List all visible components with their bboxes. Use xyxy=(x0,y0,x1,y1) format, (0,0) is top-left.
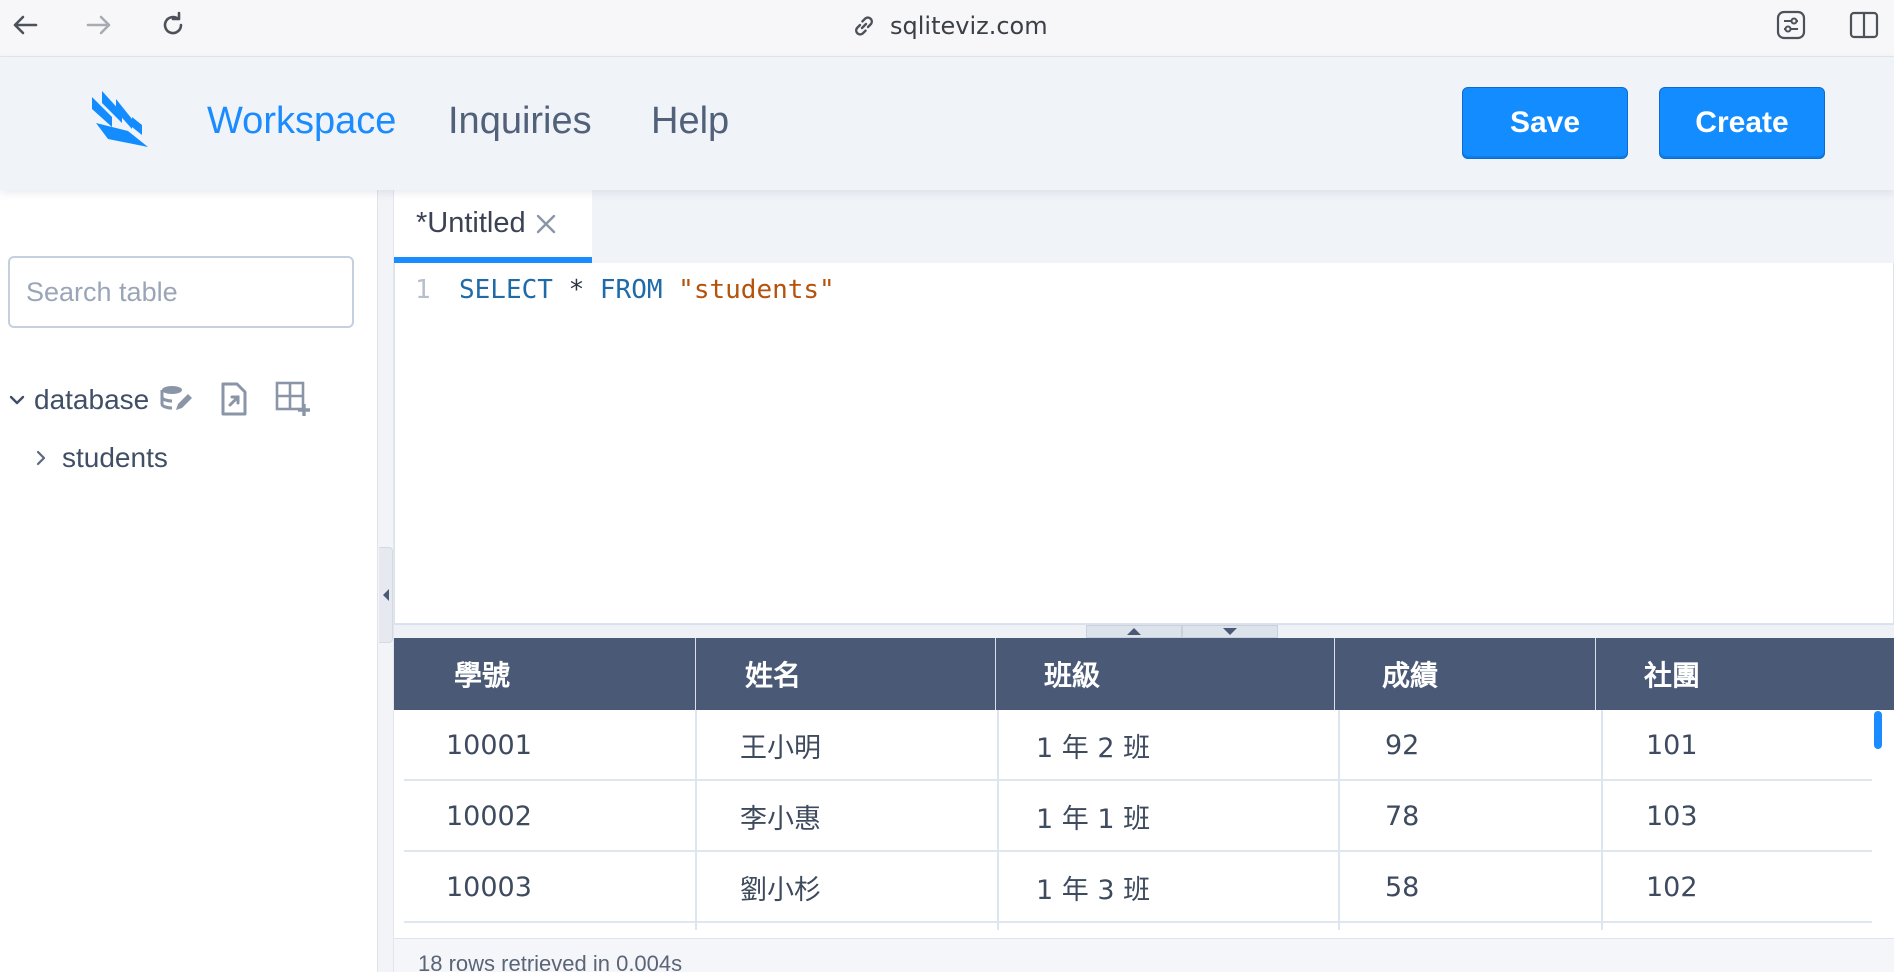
add-table-icon[interactable] xyxy=(274,380,312,418)
url-bar[interactable]: sqliteviz.com xyxy=(850,10,1048,42)
link-icon xyxy=(855,16,873,36)
table-cell: 劉小杉 xyxy=(740,874,821,906)
caret-down-icon xyxy=(1223,628,1237,635)
results-panel: 學號 姓名 班級 成績 社團 10001 王小明 1 年 2 班 92 101 … xyxy=(394,638,1894,972)
url-text: sqliteviz.com xyxy=(890,12,1048,40)
browser-toolbar: sqliteviz.com xyxy=(0,0,1894,57)
collapse-sidebar-handle[interactable] xyxy=(379,547,393,643)
tab-untitled[interactable]: *Untitled xyxy=(394,190,592,263)
table-cell: 78 xyxy=(1385,800,1420,832)
table-cell: 10003 xyxy=(446,871,532,903)
keyword-from: FROM xyxy=(599,275,663,305)
editor-results-splitter[interactable] xyxy=(394,624,1894,638)
sliders-icon[interactable] xyxy=(1774,8,1808,42)
code-line[interactable]: 1 SELECT * FROM "students" xyxy=(415,275,835,305)
results-status: 18 rows retrieved in 0.004s xyxy=(394,938,1894,972)
results-header: 學號 姓名 班級 成績 社團 xyxy=(394,638,1894,710)
table-cell: 101 xyxy=(1646,729,1698,761)
nav-workspace[interactable]: Workspace xyxy=(207,100,396,143)
chevron-down-icon[interactable] xyxy=(8,391,26,409)
sql-editor[interactable]: 1 SELECT * FROM "students" xyxy=(394,263,1894,624)
create-button[interactable]: Create xyxy=(1659,87,1825,159)
save-button[interactable]: Save xyxy=(1462,87,1628,159)
nav-inquiries[interactable]: Inquiries xyxy=(448,100,592,143)
column-divider xyxy=(695,710,697,930)
table-cell: 1 年 1 班 xyxy=(1036,803,1151,835)
column-divider[interactable] xyxy=(1595,638,1596,710)
database-label: database xyxy=(34,384,150,415)
back-arrow-icon[interactable] xyxy=(8,8,42,42)
column-divider[interactable] xyxy=(995,638,996,710)
table-cell: 1 年 2 班 xyxy=(1036,732,1151,764)
database-edit-icon[interactable] xyxy=(156,380,194,418)
table-cell: 10002 xyxy=(446,800,532,832)
column-divider[interactable] xyxy=(1334,638,1335,710)
table-row[interactable]: 10002 李小惠 1 年 1 班 78 103 xyxy=(404,781,1872,852)
table-row[interactable]: 10003 劉小杉 1 年 3 班 58 102 xyxy=(404,852,1872,923)
line-number: 1 xyxy=(415,275,431,305)
sqliteviz-logo-icon[interactable] xyxy=(88,87,152,151)
table-cell: 102 xyxy=(1646,871,1698,903)
expand-up-button[interactable] xyxy=(1086,625,1182,638)
tab-title: *Untitled xyxy=(416,207,526,239)
column-header[interactable]: 學號 xyxy=(454,638,510,710)
column-divider[interactable] xyxy=(695,638,696,710)
table-cell: 92 xyxy=(1385,729,1420,761)
table-cell: 10001 xyxy=(446,729,532,761)
operator-star: * xyxy=(568,275,585,305)
app-header: Workspace Inquiries Help Save Create xyxy=(0,57,1894,190)
table-cell: 李小惠 xyxy=(740,803,821,835)
nav-help[interactable]: Help xyxy=(651,100,729,143)
table-node-students[interactable]: students xyxy=(34,440,168,476)
caret-up-icon xyxy=(1127,628,1141,635)
table-cell: 王小明 xyxy=(740,732,821,764)
column-header[interactable]: 社團 xyxy=(1644,638,1700,710)
schema-sidebar: database students xyxy=(0,190,378,972)
table-cell: 1 年 3 班 xyxy=(1036,874,1151,906)
sidebar-toggle-icon[interactable] xyxy=(1847,8,1881,42)
table-cell: 58 xyxy=(1385,871,1420,903)
column-divider xyxy=(997,710,999,930)
search-table-input[interactable] xyxy=(8,256,354,328)
column-header[interactable]: 成績 xyxy=(1382,638,1438,710)
column-divider xyxy=(1338,710,1340,930)
table-label: students xyxy=(62,442,168,473)
column-header[interactable]: 姓名 xyxy=(745,638,801,710)
reload-icon[interactable] xyxy=(156,8,190,42)
editor-tabs: *Untitled xyxy=(394,190,1894,263)
keyword-select: SELECT xyxy=(459,275,553,305)
expand-down-button[interactable] xyxy=(1182,625,1278,638)
caret-left-icon xyxy=(382,589,389,601)
database-node[interactable]: database xyxy=(8,382,149,418)
forward-arrow-icon[interactable] xyxy=(82,8,116,42)
table-cell: 103 xyxy=(1646,800,1698,832)
table-row[interactable]: 10001 王小明 1 年 2 班 92 101 xyxy=(404,710,1872,781)
table-string: "students" xyxy=(678,275,835,305)
column-divider xyxy=(1601,710,1603,930)
results-scrollbar[interactable] xyxy=(1874,711,1882,749)
chevron-right-icon[interactable] xyxy=(34,449,48,467)
close-icon[interactable] xyxy=(534,212,558,236)
column-header[interactable]: 班級 xyxy=(1044,638,1100,710)
export-file-icon[interactable] xyxy=(215,380,253,418)
